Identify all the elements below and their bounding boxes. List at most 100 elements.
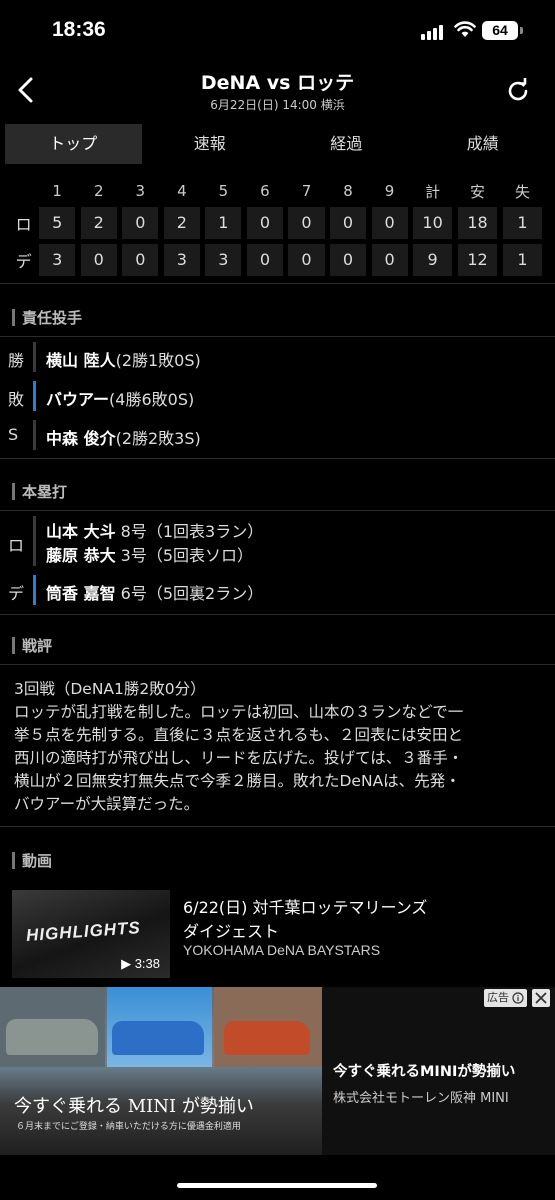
refresh-icon[interactable] [505,78,531,104]
homerun-detail: 3号（5回表ソロ） [120,546,254,565]
scoreboard-row-dena: デ 3 0 0 3 3 0 0 0 0 9 12 1 [8,241,548,278]
pitcher-result-label: 敗 [8,390,25,409]
inning-score: 0 [80,243,117,276]
inning-header: 8 [343,182,353,200]
total-runs: 9 [413,243,453,276]
inning-score: 2 [163,206,200,239]
inning-score: 3 [163,243,200,276]
game-tabs: トップ 速報 経過 成績 [5,124,551,164]
section-header-review: 戦評 [8,634,548,660]
hits-header: 安 [470,182,486,201]
tab-progress[interactable]: 経過 [278,124,415,164]
divider [0,458,555,459]
inning-score: 0 [246,206,283,239]
video-title-line2: ダイジェスト [183,922,280,941]
pitcher-row-save[interactable]: S 中森 俊介(2勝2敗3S) [0,416,555,454]
section-header-homeruns: 本塁打 [8,480,548,506]
batter-name: 藤原 恭大 [46,546,116,565]
team-label: デ [8,584,25,603]
pitcher-name: 横山 陸人 [46,351,116,370]
pitcher-entry: 中森 俊介(2勝2敗3S) [46,425,201,449]
pitcher-result-label: S [8,425,19,444]
game-date-venue: 6月22日(日) 14:00 横浜 [210,98,345,112]
tab-stats[interactable]: 成績 [415,124,552,164]
ad-banner[interactable]: 今すぐ乗れる MINI が勢揃い ６月末までにご登録・納車いただける方に優遇金利… [0,987,555,1155]
inning-score: 0 [288,206,325,239]
cellular-signal-icon [421,24,447,40]
car-image [224,1021,310,1055]
homerun-entry[interactable]: 山本 大斗 8号（1回表3ラン） [46,518,263,542]
ad-label: 広告 [487,991,509,1004]
review-line: 西川の適時打が飛び出し、リードを広げた。投げては、３番手・ [14,749,464,767]
section-header-pitchers: 責任投手 [8,306,548,332]
batter-name: 山本 大斗 [46,522,116,541]
ad-info-badge[interactable]: 広告 [484,989,527,1007]
runs-header: 計 [425,182,441,201]
inning-header: 3 [135,182,146,200]
scoreboard-header: 1 2 3 4 5 6 7 8 9 計 安 失 [8,178,548,204]
review-line: 3回戦（DeNA1勝2敗0分） [14,680,206,698]
inning-header: 6 [260,182,270,200]
inning-header: 2 [93,182,104,200]
homerun-group-lotte: ロ 山本 大斗 8号（1回表3ラン） 藤原 恭大 3号（5回表ソロ） [0,512,555,568]
total-errors: 1 [503,206,542,239]
inning-score: 1 [205,206,242,239]
divider [0,614,555,615]
video-thumbnail[interactable]: HIGHLIGHTS ▶ 3:38 [12,890,170,978]
team-label: デ [15,251,32,271]
inning-score: 3 [205,243,242,276]
pitcher-row-loss[interactable]: 敗 バウアー(4勝6敗0S) [0,377,555,415]
team-label: ロ [15,214,32,234]
homerun-entry[interactable]: 藤原 恭大 3号（5回表ソロ） [46,542,253,566]
page-title: DeNA vs ロッテ [200,72,355,94]
ad-fine-print: ６月末までにご登録・納車いただける方に優遇金利適用 [16,1122,241,1132]
home-indicator [177,1183,377,1188]
car-image [112,1021,204,1055]
scoreboard: 1 2 3 4 5 6 7 8 9 計 安 失 ロ 5 2 0 2 1 0 0 … [8,178,548,278]
review-line: 横山が２回無安打無失点で今季２勝目。敗れたDeNAは、先発・ [14,772,461,790]
game-header: DeNA vs ロッテ 6月22日(日) 14:00 横浜 [0,62,555,118]
video-duration: ▶ 3:38 [121,956,160,971]
total-hits: 12 [458,243,498,276]
close-icon[interactable] [532,989,550,1007]
errors-header: 失 [515,182,531,201]
battery-tip [520,27,523,34]
pitcher-result-label: 勝 [8,351,25,370]
video-source: YOKOHAMA DeNA BAYSTARS [183,942,381,958]
status-time: 18:36 [52,18,106,41]
inning-score: 0 [246,243,283,276]
inning-score: 0 [122,206,159,239]
homerun-entry[interactable]: 筒香 嘉智 6号（5回裏2ラン） [46,580,263,604]
divider [0,336,555,337]
wifi-icon [454,21,476,37]
inning-score: 5 [39,206,76,239]
team-label: ロ [8,536,25,555]
inning-score: 0 [371,206,408,239]
review-line: 挙５点を先制する。直後に３点を返されるも、２回表には安田と [14,726,464,744]
tab-live[interactable]: 速報 [142,124,279,164]
pitcher-row-win[interactable]: 勝 横山 陸人(2勝1敗0S) [0,338,555,376]
info-icon [512,992,524,1004]
review-line: バウアーが大誤算だった。 [14,795,200,813]
thumbnail-text: HIGHLIGHTS [25,918,142,945]
section-title: 責任投手 [22,309,83,327]
game-review-text: 3回戦（DeNA1勝2敗0分） ロッテが乱打戦を制した。ロッテは初回、山本の３ラ… [14,678,544,816]
inning-header: 7 [301,182,312,200]
inning-header: 9 [384,182,395,200]
homerun-detail: 8号（1回表3ラン） [120,522,264,541]
section-title: 動画 [22,852,53,870]
tab-top[interactable]: トップ [5,124,142,164]
scoreboard-row-lotte: ロ 5 2 0 2 1 0 0 0 0 10 18 1 [8,204,548,241]
inning-score: 3 [39,243,76,276]
total-hits: 18 [458,206,498,239]
total-errors: 1 [503,243,542,276]
inning-score: 2 [80,206,117,239]
video-item[interactable]: HIGHLIGHTS ▶ 3:38 6/22(日) 対千葉ロッテマリーンズ ダイ… [0,888,555,980]
ad-image[interactable]: 今すぐ乗れる MINI が勢揃い ６月末までにご登録・納車いただける方に優遇金利… [0,987,322,1155]
batter-name: 筒香 嘉智 [46,584,116,603]
pitcher-name: 中森 俊介 [46,429,116,448]
pitcher-record: (2勝1敗0S) [115,351,201,370]
section-title: 本塁打 [22,483,68,501]
section-title: 戦評 [22,637,53,655]
inning-header: 4 [177,182,187,200]
